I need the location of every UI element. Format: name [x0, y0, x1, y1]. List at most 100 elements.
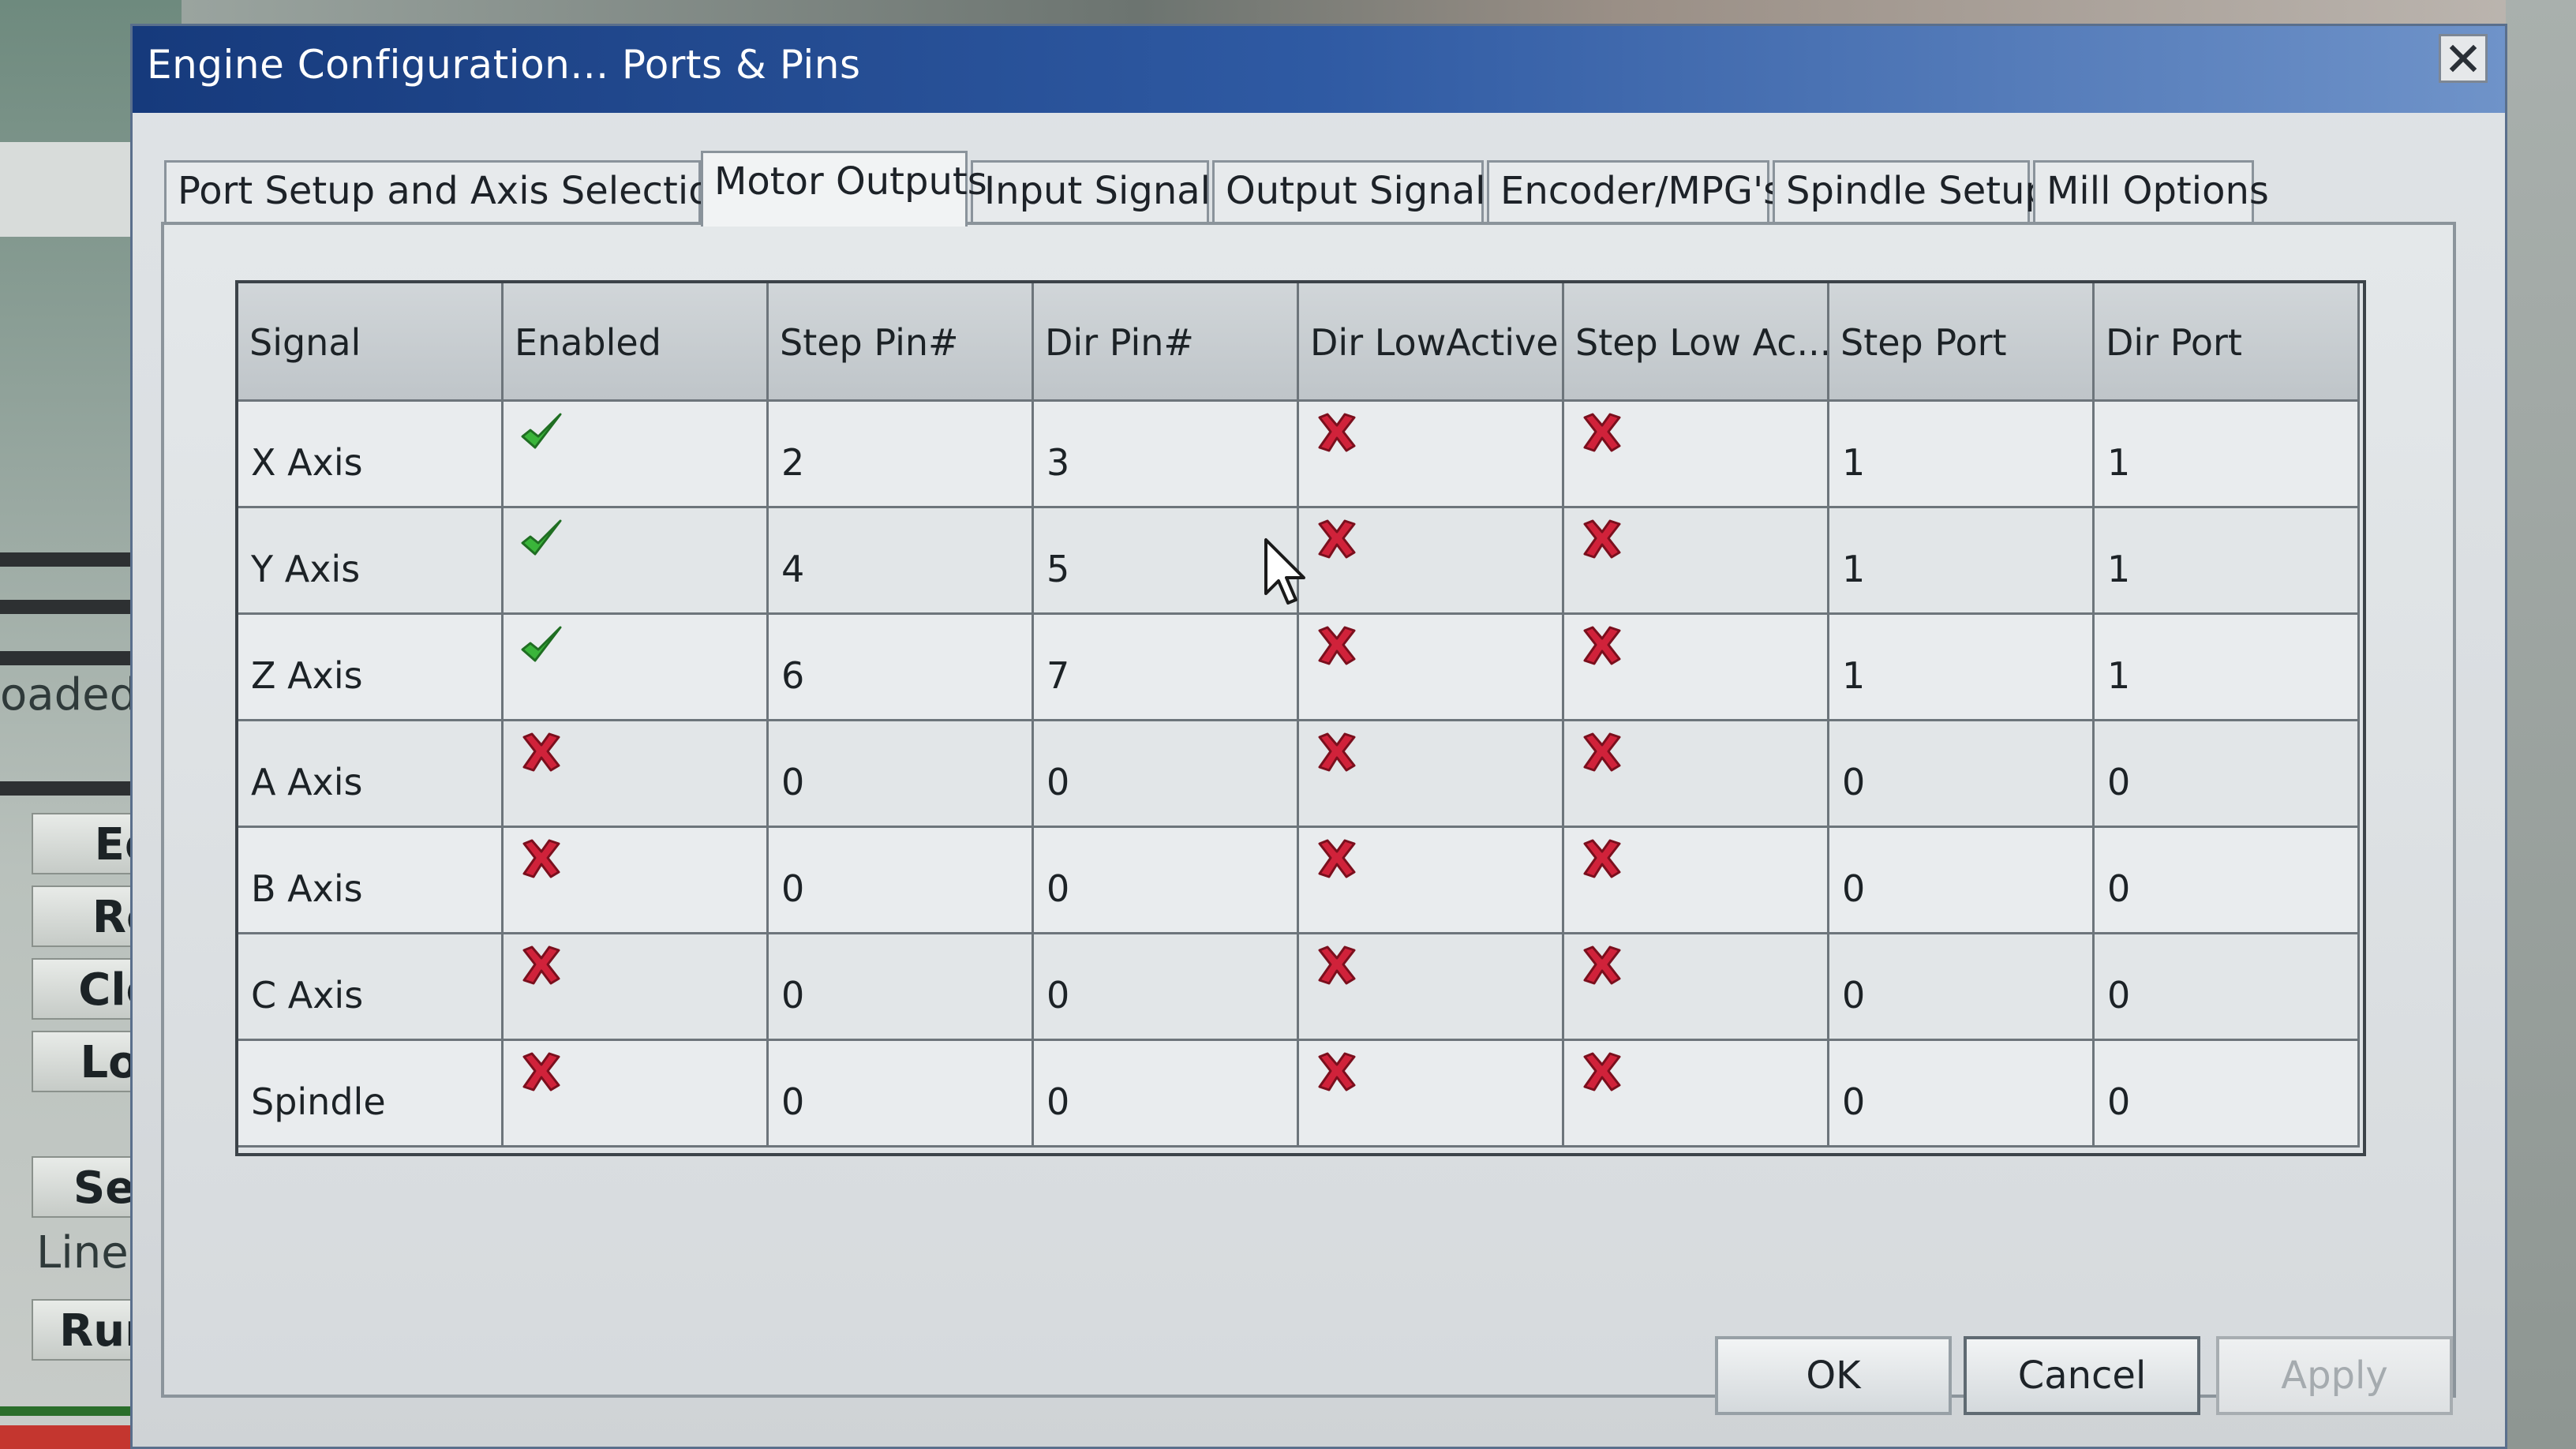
cell-step-pin[interactable]: 2 — [769, 402, 1034, 508]
cell-dir-pin[interactable]: 5 — [1034, 508, 1299, 615]
tab-spindle-setup[interactable]: Spindle Setup — [1773, 160, 2049, 223]
cell-enabled[interactable] — [504, 828, 769, 934]
cell-step-port[interactable]: 0 — [1829, 828, 2095, 934]
cell-dir-port[interactable]: 0 — [2095, 828, 2360, 934]
cell-dir-port[interactable]: 0 — [2095, 934, 2360, 1041]
cell-step-pin[interactable]: 0 — [769, 1041, 1034, 1148]
cell-dir-low-active[interactable] — [1299, 402, 1564, 508]
cell-step-port[interactable]: 1 — [1829, 508, 2095, 615]
column-header-enabled[interactable]: Enabled — [504, 283, 769, 402]
cell-dir-pin[interactable]: 0 — [1034, 721, 1299, 828]
apply-button[interactable]: Apply — [2216, 1336, 2453, 1415]
row-header-signal[interactable]: A Axis — [238, 721, 504, 828]
cell-step-low-active[interactable] — [1564, 934, 1829, 1041]
cell-enabled[interactable] — [504, 1041, 769, 1148]
cell-dir-port[interactable]: 0 — [2095, 721, 2360, 828]
row-header-signal[interactable]: Y Axis — [238, 508, 504, 615]
x-mark-icon — [1578, 942, 1624, 988]
ok-button[interactable]: OK — [1715, 1336, 1952, 1415]
cell-dir-pin[interactable]: 0 — [1034, 934, 1299, 1041]
x-mark-icon — [1313, 729, 1359, 775]
cell-dir-pin[interactable]: 0 — [1034, 1041, 1299, 1148]
dialog-titlebar[interactable]: Engine Configuration... Ports & Pins — [133, 26, 2505, 113]
cell-step-pin[interactable]: 0 — [769, 721, 1034, 828]
tab-motor-outputs[interactable]: Motor Outputs — [701, 151, 987, 227]
x-mark-icon — [1313, 516, 1359, 562]
cancel-button[interactable]: Cancel — [1964, 1336, 2200, 1415]
cell-dir-port[interactable]: 1 — [2095, 402, 2360, 508]
x-mark-icon — [1313, 942, 1359, 988]
tab-mill-options[interactable]: Mill Options — [2033, 160, 2269, 223]
background-status-text: oaded. — [0, 669, 152, 721]
x-mark-icon — [518, 1049, 564, 1095]
x-mark-icon — [518, 729, 564, 775]
cell-enabled[interactable] — [504, 934, 769, 1041]
row-header-signal[interactable]: Z Axis — [238, 615, 504, 721]
x-mark-icon — [1313, 623, 1359, 668]
row-header-signal[interactable]: C Axis — [238, 934, 504, 1041]
column-header-dir-pin[interactable]: Dir Pin# — [1034, 283, 1299, 402]
x-mark-icon — [1578, 516, 1624, 562]
row-header-signal[interactable]: Spindle — [238, 1041, 504, 1148]
cell-step-pin[interactable]: 4 — [769, 508, 1034, 615]
row-header-signal[interactable]: B Axis — [238, 828, 504, 934]
column-header-signal[interactable]: Signal — [238, 283, 504, 402]
close-button[interactable] — [2439, 34, 2488, 83]
cell-step-port[interactable]: 0 — [1829, 934, 2095, 1041]
cell-dir-low-active[interactable] — [1299, 508, 1564, 615]
tab-output-signals[interactable]: Output Signals — [1212, 160, 1505, 223]
cell-dir-low-active[interactable] — [1299, 615, 1564, 721]
x-mark-icon — [1578, 836, 1624, 882]
cell-step-low-active[interactable] — [1564, 828, 1829, 934]
column-header-step-low-active[interactable]: Step Low Ac... — [1564, 283, 1829, 402]
x-mark-icon — [1578, 410, 1624, 455]
cell-enabled[interactable] — [504, 402, 769, 508]
tab-port-setup[interactable]: Port Setup and Axis Selection — [164, 160, 736, 223]
cell-dir-low-active[interactable] — [1299, 828, 1564, 934]
x-mark-icon — [1313, 836, 1359, 882]
cell-step-pin[interactable]: 0 — [769, 828, 1034, 934]
background-divider — [0, 552, 138, 567]
background-window-right — [2506, 0, 2576, 1449]
cell-dir-port[interactable]: 0 — [2095, 1041, 2360, 1148]
cell-step-low-active[interactable] — [1564, 402, 1829, 508]
cell-dir-port[interactable]: 1 — [2095, 508, 2360, 615]
column-header-step-pin[interactable]: Step Pin# — [769, 283, 1034, 402]
cell-dir-pin[interactable]: 3 — [1034, 402, 1299, 508]
close-icon — [2449, 44, 2477, 73]
cell-enabled[interactable] — [504, 721, 769, 828]
cell-enabled[interactable] — [504, 508, 769, 615]
cell-step-low-active[interactable] — [1564, 615, 1829, 721]
cell-step-port[interactable]: 1 — [1829, 402, 2095, 508]
cell-dir-pin[interactable]: 7 — [1034, 615, 1299, 721]
dialog-title: Engine Configuration... Ports & Pins — [147, 42, 861, 88]
tab-input-signals[interactable]: Input Signals — [971, 160, 1230, 223]
cell-step-port[interactable]: 0 — [1829, 721, 2095, 828]
cell-step-pin[interactable]: 6 — [769, 615, 1034, 721]
cell-step-low-active[interactable] — [1564, 508, 1829, 615]
cell-dir-pin[interactable]: 0 — [1034, 828, 1299, 934]
cell-step-port[interactable]: 0 — [1829, 1041, 2095, 1148]
checkmark-icon — [518, 623, 565, 670]
cell-step-pin[interactable]: 0 — [769, 934, 1034, 1041]
x-mark-icon — [1313, 410, 1359, 455]
cell-enabled[interactable] — [504, 615, 769, 721]
column-header-dir-low-active[interactable]: Dir LowActive — [1299, 283, 1564, 402]
cell-dir-low-active[interactable] — [1299, 721, 1564, 828]
cell-dir-low-active[interactable] — [1299, 934, 1564, 1041]
x-mark-icon — [518, 836, 564, 882]
column-header-step-port[interactable]: Step Port — [1829, 283, 2095, 402]
checkmark-icon — [518, 410, 565, 457]
background-panel — [0, 142, 138, 237]
cell-dir-port[interactable]: 1 — [2095, 615, 2360, 721]
tab-encoder-mpg[interactable]: Encoder/MPG's — [1487, 160, 1783, 223]
x-mark-icon — [1578, 729, 1624, 775]
cell-step-low-active[interactable] — [1564, 1041, 1829, 1148]
cell-step-low-active[interactable] — [1564, 721, 1829, 828]
column-header-dir-port[interactable]: Dir Port — [2095, 283, 2360, 402]
x-mark-icon — [1313, 1049, 1359, 1095]
cell-dir-low-active[interactable] — [1299, 1041, 1564, 1148]
row-header-signal[interactable]: X Axis — [238, 402, 504, 508]
tab-strip: Port Setup and Axis Selection Motor Outp… — [164, 129, 2453, 227]
cell-step-port[interactable]: 1 — [1829, 615, 2095, 721]
